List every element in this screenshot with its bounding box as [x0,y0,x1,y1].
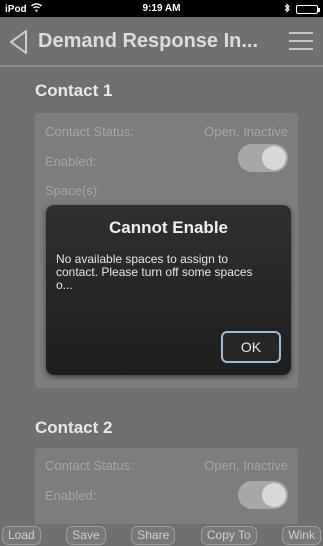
bluetooth-icon [284,3,290,16]
back-icon[interactable] [6,27,32,57]
battery-icon [296,5,320,14]
ok-button[interactable]: OK [221,331,281,363]
status-bar: iPod 9:19 AM [0,0,323,17]
status-time: 9:19 AM [142,3,181,14]
page-title: Demand Response In... [38,30,259,52]
menu-icon[interactable] [289,32,313,52]
enabled-label: Enabled: [45,488,97,503]
spaces-label: Space(s): [45,183,101,198]
copy-to-button[interactable]: Copy To [200,525,257,545]
alert-dialog: Cannot Enable No available spaces to ass… [46,205,291,375]
enabled-label: Enabled: [45,154,97,169]
dialog-message: No available spaces to assign to contact… [56,252,253,292]
bottom-toolbar: Load Save Share Copy To Wink [0,524,323,546]
contact-2-title: Contact 2 [35,418,113,437]
screen: Demand Response In... Contact 1 Contact … [0,17,323,546]
enabled-toggle[interactable] [238,481,288,509]
contact-status-label: Contact Status: [45,458,134,473]
dialog-title: Cannot Enable [108,218,228,237]
navigation-bar: Demand Response In... [0,17,323,67]
contact-status-value: Open, Inactive [204,458,288,473]
contact-1-title: Contact 1 [35,81,113,100]
contact-status-value: Open, Inactive [204,124,288,139]
enabled-toggle[interactable] [238,144,288,172]
load-button[interactable]: Load [2,525,41,545]
wink-button[interactable]: Wink [282,525,321,545]
contact-status-label: Contact Status: [45,124,134,139]
share-button[interactable]: Share [131,525,176,545]
save-button[interactable]: Save [66,525,106,545]
